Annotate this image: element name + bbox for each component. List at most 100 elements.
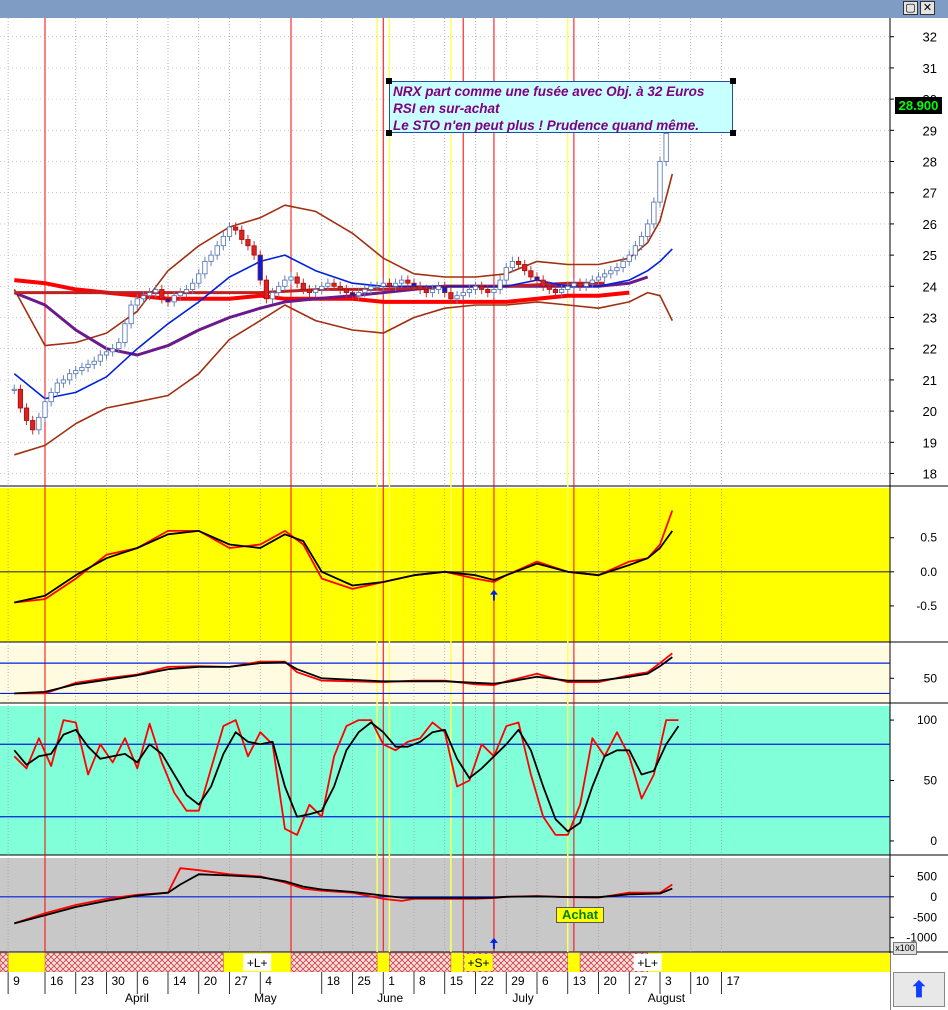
price-tick-label: 28: [923, 155, 937, 170]
scroll-up-button[interactable]: ⬆: [893, 972, 945, 1007]
candle: [202, 260, 208, 275]
candle: [546, 285, 552, 290]
candle: [208, 254, 214, 262]
candle: [657, 161, 663, 203]
restore-icon[interactable]: ▢: [903, 1, 918, 15]
candle: [288, 276, 294, 281]
candle: [239, 229, 245, 240]
candle: [73, 370, 79, 375]
candle: [491, 289, 497, 293]
time-tick-label: 22: [481, 974, 495, 988]
candle: [386, 282, 393, 287]
candle: [559, 289, 565, 293]
candle: [343, 289, 349, 293]
candle: [85, 363, 91, 368]
candle: [442, 285, 448, 293]
signal-hatched-zone: [44, 952, 224, 973]
candle: [589, 279, 595, 284]
annotation-line-2: RSI en sur-achat: [393, 101, 500, 116]
signal-hatched-zone: [290, 952, 378, 973]
time-tick-label: 18: [327, 974, 341, 988]
time-tick-label: 17: [727, 974, 741, 988]
signal-hatched-zone: [389, 952, 452, 973]
chart-annotation[interactable]: NRX part comme une fusée avec Obj. à 32 …: [389, 81, 733, 133]
time-tick-label: 27: [235, 974, 249, 988]
candle: [97, 354, 103, 362]
oscillator-4-panel: [0, 858, 890, 952]
price-tick-label: 18: [923, 467, 937, 482]
candle: [460, 292, 466, 297]
oscillator-tick-label: 0: [930, 890, 937, 904]
annotation-handle[interactable]: [730, 78, 736, 84]
month-label: May: [254, 991, 277, 1005]
annotation-handle[interactable]: [386, 78, 392, 84]
candle: [189, 282, 196, 290]
month-label: August: [648, 991, 686, 1005]
month-label: June: [377, 991, 403, 1005]
candle: [380, 282, 386, 287]
window-titlebar: ▢ ✕: [0, 0, 948, 19]
candle: [159, 289, 165, 300]
candle: [638, 235, 645, 247]
time-tick-label: 9: [13, 974, 20, 988]
candle: [595, 276, 602, 281]
price-tick-label: 20: [923, 404, 937, 419]
annotation-handle[interactable]: [730, 130, 736, 136]
candle: [60, 379, 67, 384]
candle: [257, 254, 263, 281]
time-tick-label: 6: [542, 974, 549, 988]
time-tick-label: 23: [81, 974, 95, 988]
candle: [214, 245, 220, 256]
signal-label: +L+: [247, 956, 268, 970]
candle: [17, 388, 24, 409]
price-tick-label: 21: [923, 373, 937, 388]
oscillator-tick-label: -0.5: [916, 599, 937, 613]
oscillator-tick-label: 50: [924, 671, 938, 685]
price-tick-label: 24: [923, 279, 937, 294]
candle: [245, 239, 251, 247]
candle: [30, 420, 36, 431]
candle: [374, 285, 380, 288]
oscillator-tick-label: 0.5: [920, 531, 937, 545]
candle: [454, 295, 460, 300]
candle: [196, 273, 202, 284]
candle: [368, 285, 374, 290]
candle: [626, 254, 632, 262]
annotation-line-3: Le STO n'en peut plus ! Prudence quand m…: [393, 118, 700, 133]
candle: [577, 282, 583, 287]
candle: [645, 223, 651, 237]
candle: [146, 292, 153, 297]
time-tick-label: 3: [665, 974, 672, 988]
candle: [429, 289, 436, 293]
candle: [23, 407, 30, 421]
candle: [399, 279, 405, 284]
candle: [497, 279, 503, 290]
candle: [405, 279, 411, 284]
price-tick-label: 19: [923, 435, 937, 450]
time-tick-label: 16: [50, 974, 64, 988]
price-panel-axis-bg: [890, 18, 948, 486]
oscillator-2-panel-axis-bg: [890, 646, 948, 703]
candle: [140, 295, 146, 300]
candle: [294, 276, 300, 284]
candle: [435, 285, 442, 290]
annotation-handle[interactable]: [386, 130, 392, 136]
candle: [337, 285, 343, 290]
candle: [651, 201, 657, 225]
time-tick-label: 14: [173, 974, 187, 988]
candle: [663, 133, 669, 162]
candle: [103, 351, 110, 356]
month-label: April: [125, 991, 149, 1005]
oscillator-1-panel-axis-bg: [890, 488, 948, 642]
last-price-label: 28.900: [895, 97, 942, 114]
candle: [448, 292, 454, 300]
candle: [472, 285, 479, 290]
candle: [91, 360, 97, 365]
candle: [276, 285, 282, 293]
candle: [571, 282, 577, 287]
candle: [620, 260, 626, 269]
candle: [528, 270, 534, 278]
close-icon[interactable]: ✕: [920, 1, 935, 15]
candle: [540, 279, 546, 287]
month-label: July: [512, 991, 533, 1005]
